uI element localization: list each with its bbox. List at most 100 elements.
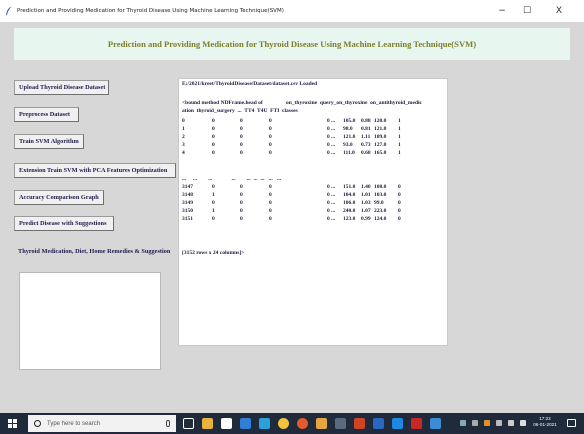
tray-app-icon[interactable] <box>484 420 490 426</box>
table-cell-b: 0 <box>240 184 243 190</box>
table-cell-tt4: 111.0 <box>343 150 355 156</box>
settings-icon[interactable] <box>430 418 441 429</box>
table-cell-cls: 0 <box>398 184 401 190</box>
table-cell-t4u: 0.88 <box>361 118 371 124</box>
terminal-icon[interactable] <box>335 418 346 429</box>
table-cell-tt4: 121.0 <box>343 134 356 140</box>
table-cell-fti: 108.0 <box>374 184 387 190</box>
table-cell-d: 0 ... <box>327 216 336 222</box>
app-icon[interactable] <box>316 418 327 429</box>
accuracy-comparison-graph-button[interactable]: Accuracy Comparison Graph <box>14 190 104 205</box>
extension-train-svm-pca-button[interactable]: Extension Train SVM with PCA Features Op… <box>14 163 176 178</box>
clock-date: 06-01-2021 <box>533 422 557 428</box>
table-cell-d: 0 ... <box>327 192 336 198</box>
table-cell-t4u: 1.11 <box>361 134 371 140</box>
table-cell-a: 0 <box>212 216 215 222</box>
table-cell-fti: 223.0 <box>374 208 387 214</box>
table-cell-a: 0 <box>212 142 215 148</box>
task-view-icon[interactable] <box>183 418 194 429</box>
dataframe-shape: [3152 rows x 24 columns]> <box>182 250 245 256</box>
volume-icon[interactable] <box>508 420 514 426</box>
predict-disease-button[interactable]: Predict Disease with Suggestions <box>14 216 114 231</box>
word-icon[interactable] <box>373 418 384 429</box>
maximize-button[interactable]: ☐ <box>516 0 538 22</box>
microphone-icon[interactable] <box>166 420 170 427</box>
table-cell-d: 0 ... <box>327 118 336 124</box>
table-cell-fti: 120.0 <box>374 118 387 124</box>
output-text-area[interactable]: E:/2021/kreet/ThyroidDisease/Dataset/dat… <box>178 78 448 346</box>
table-cell-tt4: 98.0 <box>343 126 353 132</box>
notification-icon[interactable] <box>567 419 576 427</box>
table-cell-cls: 1 <box>398 118 401 124</box>
feather-app-icon <box>6 6 12 16</box>
taskbar-search-box[interactable]: Type here to search <box>28 415 176 432</box>
close-button[interactable]: X <box>548 0 570 22</box>
dataframe-header-line1: <bound method NDFrame.head of <box>182 100 263 106</box>
table-cell-fti: 103.0 <box>374 192 387 198</box>
edge-icon[interactable] <box>259 418 270 429</box>
table-cell-idx: 2 <box>182 134 185 140</box>
taskbar-clock[interactable]: 17:22 06-01-2021 <box>530 416 560 429</box>
table-cell-cls: 1 <box>398 150 401 156</box>
dataframe-header-columns: on_thyroxine query_on_thyroxine on_antit… <box>286 100 422 106</box>
table-cell-c: 0 <box>269 192 272 198</box>
thyroid-medication-button[interactable]: Thyroid Medication, Diet, Home Remedies … <box>14 244 178 259</box>
table-cell-idx: 3151 <box>182 216 193 222</box>
page-title: Prediction and Providing Medication for … <box>107 39 477 49</box>
table-cell-c: 0 <box>269 184 272 190</box>
table-cell-cls: 0 <box>398 216 401 222</box>
table-cell-fti: 165.0 <box>374 150 387 156</box>
train-svm-button[interactable]: Train SVM Algorithm <box>14 134 84 149</box>
loaded-message: E:/2021/kreet/ThyroidDisease/Dataset/dat… <box>182 81 318 87</box>
table-cell-cls: 0 <box>398 192 401 198</box>
search-input[interactable]: Type here to search <box>47 421 100 427</box>
table-cell-a: 1 <box>212 192 215 198</box>
powerpoint-icon[interactable] <box>354 418 365 429</box>
table-cell-d: 0 ... <box>327 200 336 206</box>
table-cell-a: 0 <box>212 134 215 140</box>
table-cell-c: 0 <box>269 216 272 222</box>
table-cell-b: 0 <box>240 208 243 214</box>
store-icon[interactable] <box>221 418 232 429</box>
language-icon[interactable] <box>520 420 526 426</box>
table-cell-t4u: 0.73 <box>361 142 371 148</box>
upload-dataset-button[interactable]: Upload Thyroid Disease Dataset <box>14 80 109 95</box>
table-cell-cls: 1 <box>398 142 401 148</box>
table-cell-c: 0 <box>269 118 272 124</box>
media-icon[interactable] <box>411 418 422 429</box>
table-cell-d: 0 ... <box>327 150 336 156</box>
search-icon <box>34 420 41 427</box>
table-cell-t4u: 0.99 <box>361 216 371 222</box>
table-cell-cls: 1 <box>398 126 401 132</box>
table-cell-b: 0 <box>240 118 243 124</box>
photos-icon[interactable] <box>392 418 403 429</box>
chevron-up-icon[interactable] <box>472 420 478 426</box>
table-cell-d: 0 ... <box>327 184 336 190</box>
table-cell-d: 0 ... <box>327 126 336 132</box>
network-icon[interactable] <box>496 420 502 426</box>
table-cell-c: 0 <box>269 126 272 132</box>
preprocess-dataset-button[interactable]: Preprocess Dataset <box>14 107 79 122</box>
people-icon[interactable] <box>460 420 466 426</box>
mail-icon[interactable] <box>240 418 251 429</box>
suggestion-text-area[interactable] <box>19 272 161 370</box>
table-cell-idx: 3148 <box>182 192 193 198</box>
table-cell-c: 0 <box>269 150 272 156</box>
table-cell-fti: 109.0 <box>374 134 387 140</box>
table-cell-c: 0 <box>269 208 272 214</box>
table-cell-tt4: 104.0 <box>343 192 356 198</box>
dataframe-header-line2: ation thyroid_surgery ... TT4 T4U FTI cl… <box>182 108 298 114</box>
table-cell-b: 0 <box>240 142 243 148</box>
taskbar: Type here to search 17:22 06-01-2021 <box>0 413 584 434</box>
table-cell-t4u: 1.40 <box>361 184 371 190</box>
table-cell-cls: 0 <box>398 200 401 206</box>
table-cell-tt4: 106.0 <box>343 200 356 206</box>
firefox-icon[interactable] <box>297 418 308 429</box>
file-explorer-icon[interactable] <box>202 418 213 429</box>
minimize-button[interactable]: − <box>491 0 513 22</box>
table-cell-d: 0 ... <box>327 208 336 214</box>
chrome-icon[interactable] <box>278 418 289 429</box>
windows-start-icon[interactable] <box>8 419 17 428</box>
window-title: Prediction and Providing Medication for … <box>17 8 284 14</box>
table-cell-b: 0 <box>240 126 243 132</box>
